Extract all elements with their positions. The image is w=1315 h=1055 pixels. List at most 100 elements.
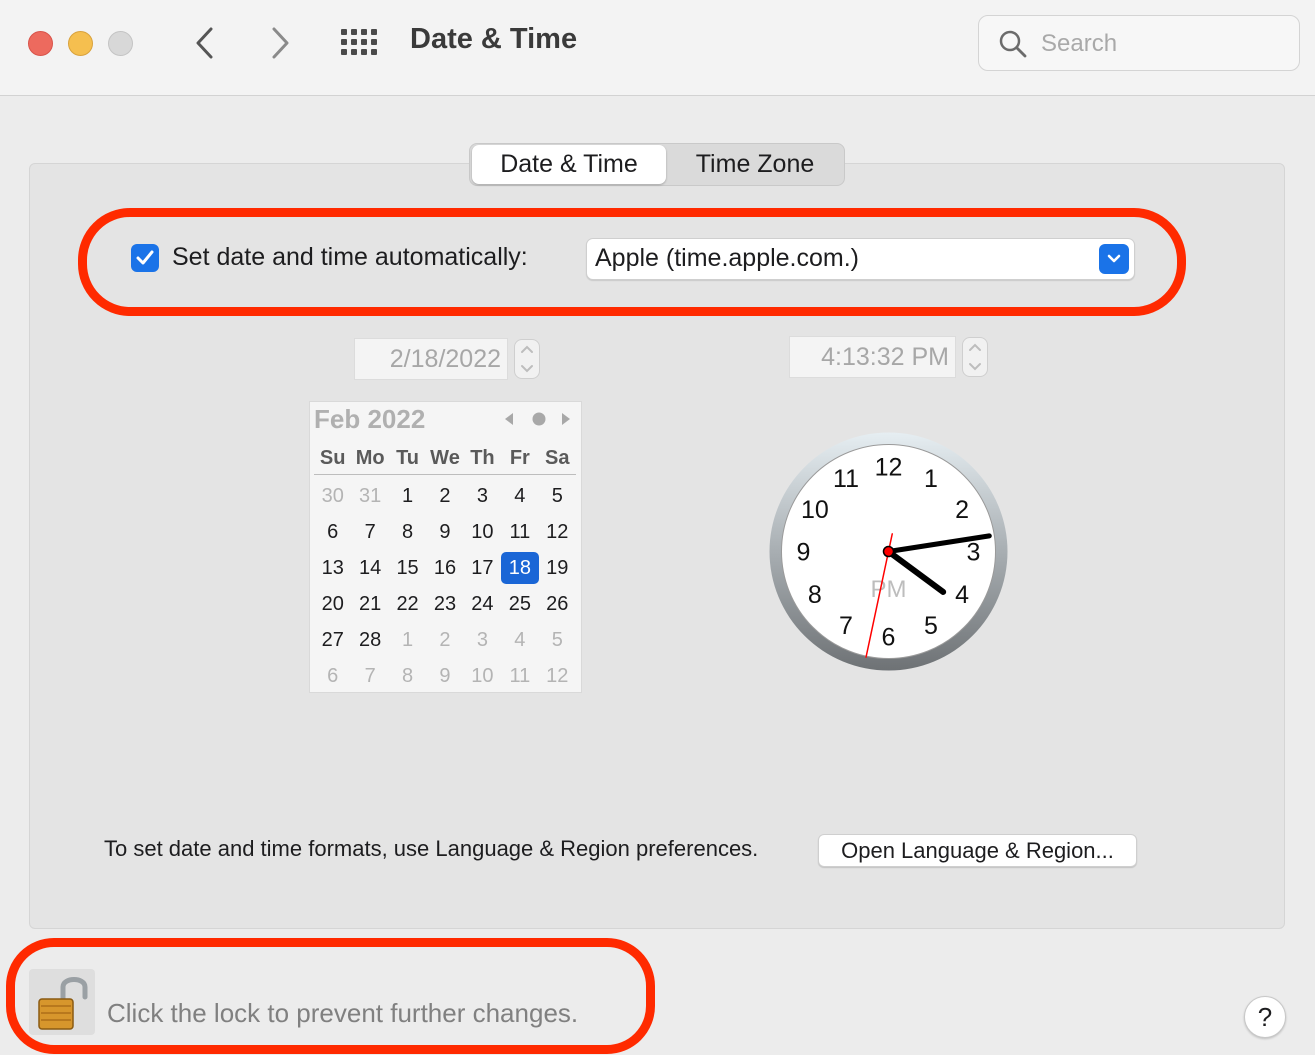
calendar-day[interactable]: 17: [464, 550, 501, 586]
calendar-day[interactable]: 8: [389, 658, 426, 694]
calendar-day[interactable]: 2: [426, 478, 463, 514]
calendar-day[interactable]: 4: [501, 622, 538, 658]
calendar-day[interactable]: 10: [464, 514, 501, 550]
stepper-up-icon: [521, 345, 533, 353]
lock-status-text: Click the lock to prevent further change…: [107, 998, 579, 1028]
clock-numeral: 3: [967, 539, 981, 567]
clock-numeral: 9: [797, 539, 811, 567]
calendar-day[interactable]: 13: [314, 550, 351, 586]
calendar-day[interactable]: 7: [351, 514, 388, 550]
calendar-day[interactable]: 6: [314, 658, 351, 694]
calendar-day[interactable]: 31: [351, 478, 388, 514]
clock-numeral: 4: [955, 581, 969, 609]
calendar-day[interactable]: 24: [464, 586, 501, 622]
calendar-day[interactable]: 18: [501, 552, 539, 584]
close-button[interactable]: [28, 31, 53, 56]
analog-clock: 12 1 2 3 4 5 6 7 8 9 10 11 PM: [768, 431, 1009, 672]
calendar-weekday-header: Su Mo Tu We Th Fr Sa: [314, 447, 576, 475]
calendar-day[interactable]: 6: [314, 514, 351, 550]
calendar-day[interactable]: 8: [389, 514, 426, 550]
weekday-header: Mo: [355, 447, 385, 469]
calendar-day[interactable]: 22: [389, 586, 426, 622]
clock-numeral: 1: [924, 465, 938, 493]
formats-hint-text: To set date and time formats, use Langua…: [104, 836, 759, 861]
forward-button[interactable]: [260, 22, 300, 64]
calendar-day[interactable]: 23: [426, 586, 463, 622]
calendar-day[interactable]: 15: [389, 550, 426, 586]
window-title: Date & Time: [410, 23, 578, 55]
calendar-day[interactable]: 28: [351, 622, 388, 658]
time-server-popup[interactable]: Apple (time.apple.com.): [586, 238, 1135, 280]
search-field[interactable]: Search: [978, 15, 1300, 71]
checkmark-icon: [136, 250, 154, 265]
date-stepper[interactable]: [514, 339, 540, 379]
back-button[interactable]: [185, 22, 225, 64]
search-placeholder: Search: [1041, 30, 1118, 57]
search-icon: [999, 30, 1027, 58]
clock-numeral: 2: [955, 496, 969, 524]
calendar-day[interactable]: 12: [539, 514, 576, 550]
calendar-day[interactable]: 20: [314, 586, 351, 622]
zoom-button[interactable]: [108, 31, 133, 56]
tab-date-time[interactable]: Date & Time: [472, 145, 666, 184]
auto-time-label: Set date and time automatically:: [172, 243, 528, 271]
calendar-day[interactable]: 25: [501, 586, 538, 622]
minimize-button[interactable]: [68, 31, 93, 56]
window-toolbar: Date & Time Search: [0, 0, 1315, 96]
clock-numeral: 7: [839, 612, 853, 640]
clock-numeral: 12: [875, 454, 903, 482]
calendar-day[interactable]: 9: [426, 514, 463, 550]
calendar-month-title: Feb 2022: [314, 404, 426, 434]
calendar-day[interactable]: 30: [314, 478, 351, 514]
calendar-day[interactable]: 3: [464, 478, 501, 514]
calendar-day[interactable]: 19: [539, 550, 576, 586]
calendar-day[interactable]: 7: [351, 658, 388, 694]
clock-numeral: 11: [833, 465, 859, 493]
clock-numeral: 8: [808, 581, 822, 609]
calendar-day[interactable]: 10: [464, 658, 501, 694]
calendar-day[interactable]: 21: [351, 586, 388, 622]
time-server-value: Apple (time.apple.com.): [595, 244, 860, 272]
chevron-down-icon: [1099, 244, 1129, 274]
calendar-day[interactable]: 5: [539, 478, 576, 514]
stepper-down-icon: [969, 363, 981, 371]
calendar-day[interactable]: 14: [351, 550, 388, 586]
date-field[interactable]: 2/18/2022: [354, 338, 508, 380]
calendar-day[interactable]: 12: [539, 658, 576, 694]
calendar-day[interactable]: 1: [389, 622, 426, 658]
time-field[interactable]: 4:13:32 PM: [789, 336, 956, 378]
tab-time-zone[interactable]: Time Zone: [666, 145, 844, 184]
calendar-day[interactable]: 2: [426, 622, 463, 658]
weekday-header: Fr: [509, 447, 530, 469]
calendar-day[interactable]: 4: [501, 478, 538, 514]
chevron-right-icon: [272, 27, 289, 59]
calendar-day[interactable]: 16: [426, 550, 463, 586]
previous-month-icon[interactable]: [502, 411, 516, 427]
weekday-header: Th: [470, 447, 495, 469]
calendar-day[interactable]: 26: [539, 586, 576, 622]
calendar-day[interactable]: 27: [314, 622, 351, 658]
clock-numeral: 6: [882, 624, 896, 652]
calendar-day-grid: 30 31 1 2 3 4 5 6 7 8 9 10 11 12 13 14 15 16 17 18 19 20 21 22 2…: [314, 478, 576, 694]
auto-time-checkbox[interactable]: [131, 244, 159, 272]
calendar-day[interactable]: 3: [464, 622, 501, 658]
weekday-header: Su: [319, 447, 346, 469]
next-month-icon[interactable]: [559, 411, 573, 427]
grid-icon: [341, 29, 347, 35]
today-dot-icon[interactable]: [531, 411, 547, 427]
lock-button[interactable]: [29, 969, 95, 1035]
calendar-day[interactable]: 11: [501, 658, 538, 694]
weekday-header: Sa: [545, 447, 570, 469]
calendar-day[interactable]: 5: [539, 622, 576, 658]
open-language-region-button[interactable]: Open Language & Region...: [818, 834, 1137, 867]
unlocked-padlock-icon: [38, 977, 88, 1030]
calendar-day[interactable]: 9: [426, 658, 463, 694]
stepper-down-icon: [521, 365, 533, 373]
calendar-day[interactable]: 11: [501, 514, 538, 550]
time-stepper[interactable]: [962, 337, 988, 377]
help-button[interactable]: ?: [1244, 996, 1286, 1038]
calendar-day[interactable]: 1: [389, 478, 426, 514]
chevron-left-icon: [196, 27, 213, 59]
show-all-button[interactable]: [340, 28, 380, 58]
weekday-header: We: [430, 447, 460, 469]
